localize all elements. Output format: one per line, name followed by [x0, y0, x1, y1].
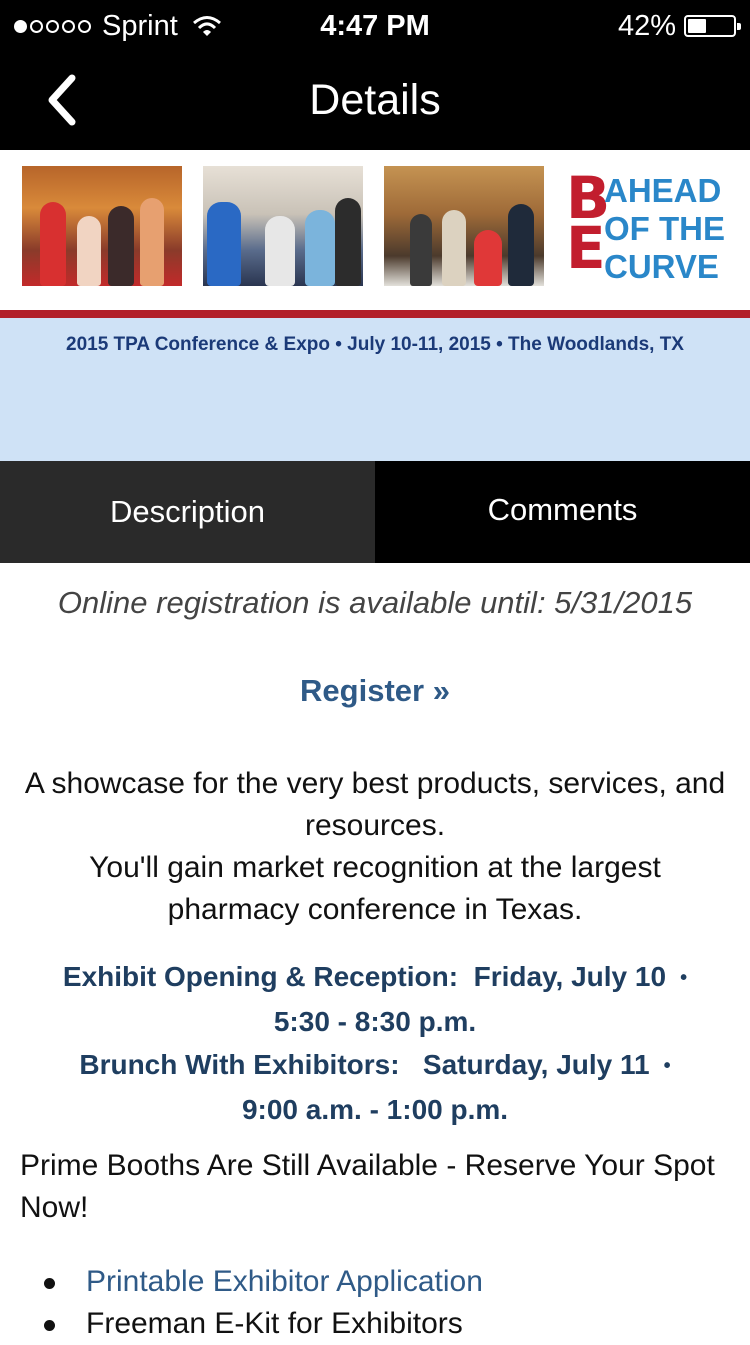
ahead-of-the-curve-logo: B E AHEAD OF THE CURVE: [566, 169, 736, 285]
event-schedule: Exhibit Opening & Reception: Friday, Jul…: [20, 955, 730, 1131]
event-1-title: Exhibit Opening & Reception:: [62, 961, 459, 992]
logo-line-3: CURVE: [604, 248, 719, 285]
showcase-line-2: You'll gain market recognition at the la…: [89, 851, 661, 926]
expo-photo-3: [384, 166, 544, 286]
event-2-separator: •: [663, 1055, 671, 1078]
event-2-title: Brunch With Exhibitors:: [79, 1049, 400, 1081]
tab-description[interactable]: Description: [0, 461, 375, 563]
link-exhibitor-application[interactable]: Printable Exhibitor Application: [44, 1261, 483, 1303]
showcase-text: A showcase for the very best products, s…: [20, 763, 730, 931]
logo-line-2: OF THE: [604, 210, 725, 247]
event-2-time: 9:00 a.m. - 1:00 p.m.: [241, 1094, 509, 1126]
battery-tip: [737, 23, 741, 30]
link-freeman-ekit[interactable]: Freeman E-Kit for Exhibitors: [44, 1303, 483, 1345]
event-1-day: Friday, July 10: [473, 961, 667, 992]
tab-bar: Description Comments: [0, 461, 750, 563]
expo-photo-1: [22, 166, 182, 286]
banner-caption: 2015 TPA Conference & Expo • July 10-11,…: [66, 334, 684, 355]
logo-line-1: AHEAD: [604, 172, 722, 209]
event-1-separator: •: [680, 967, 688, 990]
link-label[interactable]: Freeman E-Kit for Exhibitors: [72, 1307, 463, 1340]
register-link[interactable]: Register »: [0, 673, 750, 709]
event-1-time: 5:30 - 8:30 p.m.: [273, 1006, 477, 1038]
link-label[interactable]: Printable Exhibitor Application: [72, 1265, 483, 1298]
banner-divider: [0, 310, 750, 318]
banner-photos-strip: B E AHEAD OF THE CURVE: [0, 150, 750, 310]
event-1: Exhibit Opening & Reception: Friday, Jul…: [20, 955, 730, 1043]
page-title: Details: [309, 76, 441, 124]
nav-bar: Details: [0, 52, 750, 150]
resource-links: Printable Exhibitor Application Freeman …: [44, 1261, 483, 1345]
registration-note: Online registration is available until: …: [57, 585, 693, 620]
status-right: 42%: [617, 8, 741, 44]
showcase-line-1: A showcase for the very best products, s…: [24, 767, 726, 842]
bullet-icon: [44, 1278, 55, 1289]
battery-icon: [684, 15, 741, 37]
logo-letter-e: E: [566, 214, 606, 282]
battery-fill: [688, 19, 706, 33]
bullet-icon: [44, 1320, 55, 1331]
event-2-day: Saturday, July 11: [422, 1049, 650, 1081]
tab-comments[interactable]: Comments: [375, 461, 750, 559]
expo-photo-2: [203, 166, 363, 286]
status-bar: Sprint 4:47 PM 42%: [0, 0, 750, 52]
event-2: Brunch With Exhibitors: Saturday, July 1…: [20, 1043, 730, 1131]
event-banner: B E AHEAD OF THE CURVE 2015 TPA Conferen…: [0, 150, 750, 461]
battery-percent: 42%: [617, 9, 676, 42]
prime-booths-text: Prime Booths Are Still Available - Reser…: [20, 1149, 715, 1224]
